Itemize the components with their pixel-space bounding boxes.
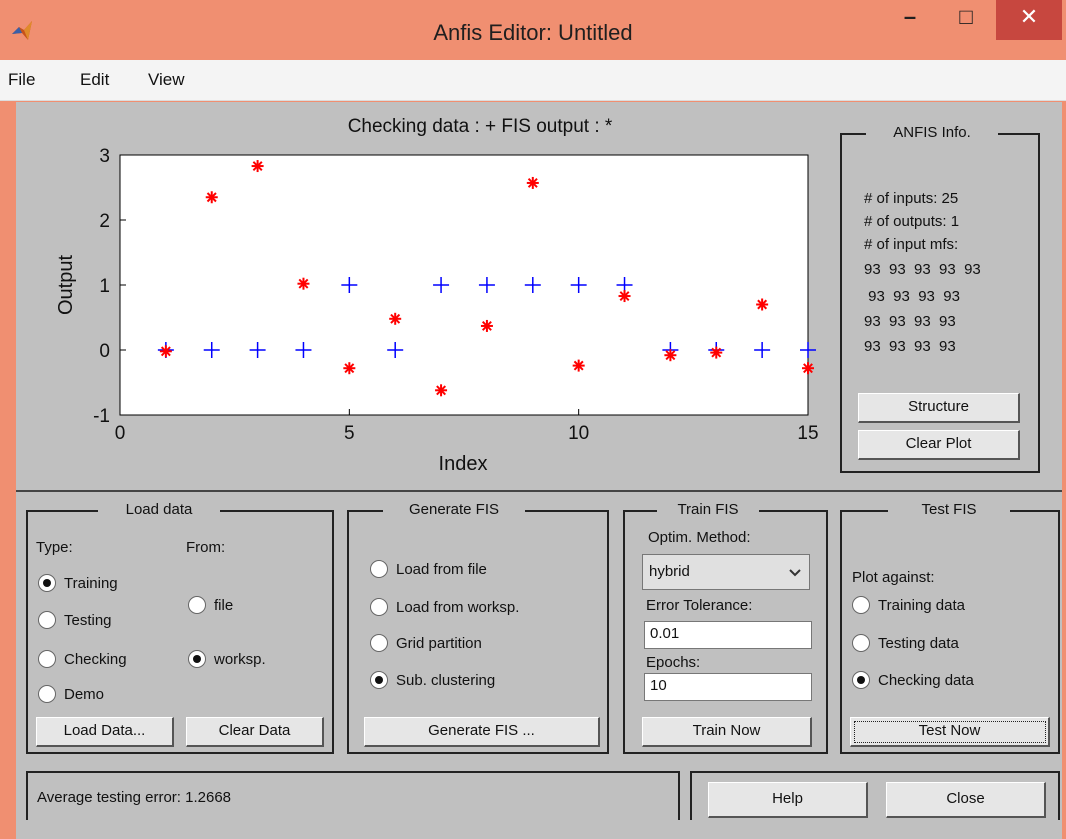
mfs-line-2: 93 93 93 93 [864, 288, 960, 305]
load-data-title: Load data [98, 501, 220, 518]
close-button[interactable]: Close [886, 782, 1046, 818]
epochs-label: Epochs: [646, 654, 701, 671]
train-now-button[interactable]: Train Now [642, 717, 812, 747]
help-button[interactable]: Help [708, 782, 868, 818]
radio-label: Grid partition [396, 634, 482, 652]
chevron-down-icon[interactable] [782, 560, 808, 586]
radio-button-icon[interactable] [38, 574, 56, 592]
radio-label: Testing data [878, 634, 959, 652]
generate-fis-button[interactable]: Generate FIS ... [364, 717, 600, 747]
generate-radio-sub-clustering[interactable]: Sub. clustering [370, 671, 495, 689]
from-radio-worksp[interactable]: worksp. [188, 650, 266, 668]
radio-label: Checking [64, 650, 127, 668]
close-window-button[interactable]: ✕ [996, 0, 1062, 40]
radio-label: Training [64, 574, 118, 592]
radio-label: Checking data [878, 671, 974, 689]
type-radio-checking[interactable]: Checking [38, 650, 127, 668]
menu-view[interactable]: View [148, 70, 185, 90]
radio-label: file [214, 596, 234, 614]
radio-button-icon[interactable] [852, 634, 870, 652]
radio-button-icon[interactable] [852, 671, 870, 689]
inputs-count: # of inputs: 25 [864, 190, 959, 207]
epochs-input[interactable]: 10 [644, 673, 812, 701]
radio-label: Load from worksp. [396, 598, 520, 616]
maximize-button[interactable]: □ [940, 0, 992, 40]
radio-label: Training data [878, 596, 965, 614]
anfis-info-title: ANFIS Info. [866, 124, 998, 141]
radio-label: Testing [64, 611, 112, 629]
radio-label: Sub. clustering [396, 671, 496, 689]
type-radio-training[interactable]: Training [38, 574, 118, 592]
optim-method-label: Optim. Method: [648, 529, 751, 546]
load-data-button[interactable]: Load Data... [36, 717, 174, 747]
menu-bar: File Edit View [0, 60, 1066, 101]
test-radio-checking-data[interactable]: Checking data [852, 671, 974, 689]
divider [16, 490, 1062, 492]
generate-radio-load-from-worksp[interactable]: Load from worksp. [370, 598, 519, 616]
radio-button-icon[interactable] [852, 596, 870, 614]
plot-against-label: Plot against: [852, 569, 935, 586]
radio-button-icon[interactable] [370, 560, 388, 578]
mfs-line-4: 93 93 93 93 [864, 338, 956, 355]
radio-button-icon[interactable] [38, 650, 56, 668]
radio-button-icon[interactable] [370, 598, 388, 616]
generate-radio-load-from-file[interactable]: Load from file [370, 560, 487, 578]
radio-button-icon[interactable] [188, 596, 206, 614]
radio-label: Demo [64, 685, 105, 703]
type-radio-demo[interactable]: Demo [38, 685, 104, 703]
mfs-line-3: 93 93 93 93 [864, 313, 956, 330]
generate-radio-grid-partition[interactable]: Grid partition [370, 634, 482, 652]
test-now-button[interactable]: Test Now [850, 717, 1050, 747]
train-fis-title: Train FIS [657, 501, 759, 518]
radio-button-icon[interactable] [370, 671, 388, 689]
from-radio-file[interactable]: file [188, 596, 233, 614]
error-tolerance-label: Error Tolerance: [646, 597, 753, 614]
error-tolerance-input[interactable]: 0.01 [644, 621, 812, 649]
bottom-edge [16, 820, 1062, 839]
radio-button-icon[interactable] [38, 611, 56, 629]
outputs-count: # of outputs: 1 [864, 213, 960, 230]
from-label: From: [186, 539, 226, 556]
menu-file[interactable]: File [8, 70, 35, 90]
test-radio-training-data[interactable]: Training data [852, 596, 965, 614]
radio-selected-dot [193, 655, 201, 663]
menu-edit[interactable]: Edit [80, 70, 109, 90]
radio-label: Load from file [396, 560, 487, 578]
clear-plot-button[interactable]: Clear Plot [858, 430, 1020, 460]
clear-data-button[interactable]: Clear Data [186, 717, 324, 747]
mfs-line-1: 93 93 93 93 93 [864, 261, 981, 278]
optim-method-value: hybrid [649, 563, 690, 580]
test-fis-title: Test FIS [888, 501, 1010, 518]
test-radio-testing-data[interactable]: Testing data [852, 634, 959, 652]
radio-button-icon[interactable] [188, 650, 206, 668]
generate-fis-title: Generate FIS [383, 501, 525, 518]
average-testing-error: Average testing error: 1.2668 [37, 789, 232, 806]
structure-button[interactable]: Structure [858, 393, 1020, 423]
radio-selected-dot [857, 676, 865, 684]
type-label: Type: [36, 539, 73, 556]
radio-selected-dot [43, 579, 51, 587]
radio-button-icon[interactable] [370, 634, 388, 652]
type-radio-testing[interactable]: Testing [38, 611, 112, 629]
minimize-button[interactable]: – [880, 0, 940, 40]
radio-label: worksp. [214, 650, 266, 668]
plot-title: Checking data : + FIS output : * [347, 116, 613, 137]
radio-button-icon[interactable] [38, 685, 56, 703]
input-mfs-label: # of input mfs: [864, 236, 959, 253]
radio-selected-dot [375, 676, 383, 684]
